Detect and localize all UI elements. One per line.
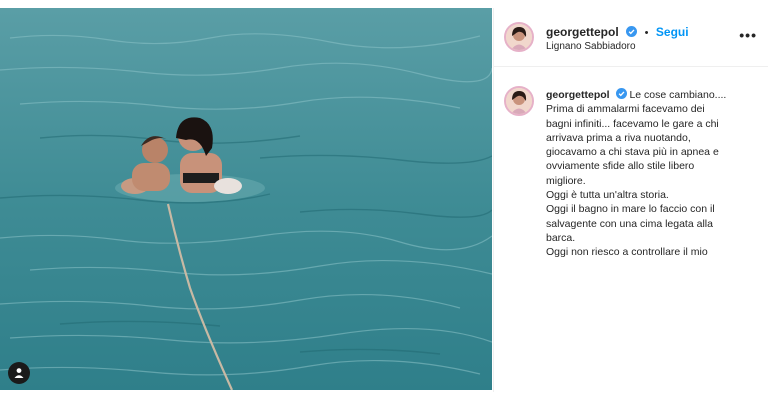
- post-photo[interactable]: [0, 8, 492, 390]
- caption-line: salvagente con una cima legata alla: [546, 217, 713, 230]
- instagram-post: georgettepol • Segui Lignano Sabbiadoro …: [0, 8, 768, 392]
- header-username[interactable]: georgettepol: [546, 25, 619, 39]
- verified-badge-icon: [615, 88, 627, 99]
- caption-avatar[interactable]: [504, 86, 534, 116]
- caption-line: Oggi il bagno in mare lo faccio con il: [546, 203, 715, 216]
- caption-line: Oggi è tutta un'altra storia.: [546, 189, 669, 202]
- caption-line: migliore.: [546, 174, 586, 187]
- verified-badge-icon: [626, 26, 638, 37]
- caption-text: georgettepol Le cose cambiano.... Prima …: [546, 88, 758, 260]
- sea-photo-illustration: [0, 8, 492, 390]
- caption-line: barca.: [546, 231, 576, 244]
- caption-first-line: georgettepol Le cose cambiano....: [546, 88, 758, 102]
- post-location[interactable]: Lignano Sabbiadoro: [546, 41, 636, 52]
- user-tag-icon: [14, 368, 24, 378]
- user-tag-button[interactable]: [8, 362, 30, 384]
- caption-comment: georgettepol Le cose cambiano.... Prima …: [494, 78, 768, 268]
- caption-line: ovviamente sfide allo stile libero: [546, 160, 695, 173]
- more-options-icon[interactable]: •••: [739, 28, 757, 42]
- caption-opening: Le cose cambiano....: [629, 89, 727, 101]
- avatar[interactable]: [504, 22, 534, 52]
- post-header: georgettepol • Segui Lignano Sabbiadoro …: [494, 8, 768, 67]
- header-user-line: georgettepol • Segui: [546, 23, 689, 41]
- avatar-image: [506, 88, 532, 114]
- post-side-panel: georgettepol • Segui Lignano Sabbiadoro …: [493, 8, 768, 392]
- caption-line: bagni infiniti... facevamo le gare a chi: [546, 117, 719, 130]
- caption-username[interactable]: georgettepol: [546, 89, 610, 101]
- avatar-image: [506, 24, 532, 50]
- caption-line: giocavamo a chi stava più in apnea e: [546, 146, 719, 159]
- caption-line: Prima di ammalarmi facevamo dei: [546, 103, 705, 116]
- separator-dot: •: [644, 27, 649, 39]
- caption-line: Oggi non riesco a controllare il mio: [546, 246, 708, 259]
- caption-line: arrivava prima a riva nuotando,: [546, 131, 691, 144]
- follow-button[interactable]: Segui: [656, 25, 689, 39]
